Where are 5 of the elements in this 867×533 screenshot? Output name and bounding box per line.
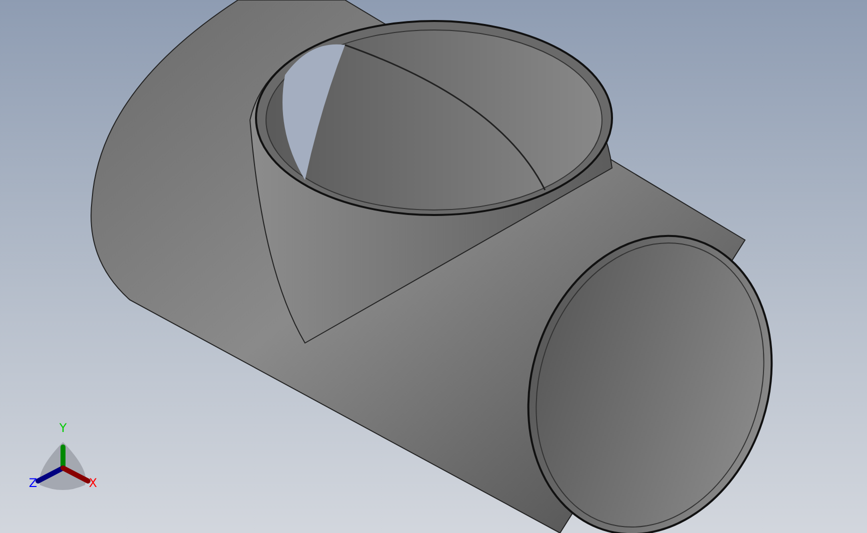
axis-label: X <box>88 476 98 490</box>
axis-label: Y <box>59 421 67 435</box>
axis-triad-drawing <box>36 442 90 490</box>
cad-viewport[interactable]: Y Z X <box>0 0 867 533</box>
axis-label: Z <box>28 476 38 490</box>
